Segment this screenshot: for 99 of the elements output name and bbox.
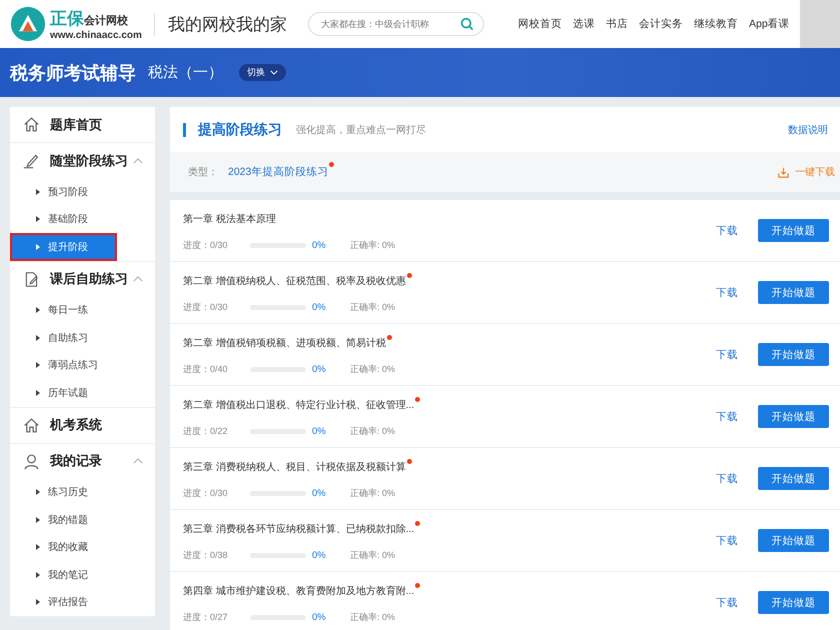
sidebar-item[interactable]: 机考系统	[10, 408, 155, 442]
sidebar-subitem[interactable]: 薄弱点练习	[10, 352, 155, 379]
accuracy-text: 正确率: 0%	[350, 549, 396, 562]
chapter-title: 第二章 增值税出口退税、特定行业计税、征收管理...	[183, 400, 414, 411]
home-icon	[23, 116, 40, 133]
progress-count: 进度：0/30	[183, 487, 229, 500]
progress-percent: 0%	[312, 240, 327, 251]
sidebar-subitem[interactable]: 每日一练	[10, 296, 155, 324]
sidebar-subitem[interactable]: 我的错题	[10, 506, 155, 534]
triangle-icon	[36, 390, 40, 396]
logo-icon	[10, 6, 46, 42]
download-link[interactable]: 下载	[716, 472, 738, 486]
progress-percent: 0%	[312, 364, 327, 375]
sidebar-subitem[interactable]: 自助练习	[10, 324, 155, 352]
triangle-icon	[36, 516, 40, 523]
section-subtitle: 强化提高，重点难点一网打尽	[296, 124, 426, 136]
download-link[interactable]: 下载	[716, 410, 738, 424]
progress-percent: 0%	[312, 612, 327, 623]
chapter-title: 第二章 增值税纳税人、征税范围、税率及税收优惠	[183, 276, 406, 287]
triangle-icon	[36, 362, 40, 368]
triangle-icon	[36, 599, 40, 606]
triangle-icon	[36, 544, 40, 550]
progress-count: 进度：0/22	[183, 425, 229, 438]
chapter-title: 第二章 增值税销项税额、进项税额、简易计税	[183, 338, 386, 349]
sidebar-item[interactable]: 课后自助练习	[10, 262, 155, 296]
note-icon	[23, 270, 40, 288]
sidebar-subitem[interactable]: 预习阶段	[10, 178, 155, 206]
triangle-icon	[36, 334, 40, 341]
triangle-icon	[36, 244, 40, 250]
nav-link[interactable]: 书店	[606, 17, 628, 31]
download-link[interactable]: 下载	[716, 224, 738, 238]
sidebar-subitem[interactable]: 我的收藏	[10, 534, 155, 561]
banner-title: 税务师考试辅导	[10, 62, 136, 84]
accuracy-text: 正确率: 0%	[350, 301, 396, 314]
start-button[interactable]: 开始做题	[758, 219, 829, 242]
person-icon	[23, 452, 40, 470]
progress-count: 进度：0/30	[183, 301, 229, 314]
accuracy-text: 正确率: 0%	[350, 487, 396, 500]
switch-button[interactable]: 切换	[239, 64, 286, 81]
progress-percent: 0%	[312, 550, 327, 561]
sidebar-subitem[interactable]: 我的笔记	[10, 561, 155, 588]
download-link[interactable]: 下载	[716, 534, 738, 548]
download-link[interactable]: 下载	[716, 596, 738, 610]
triangle-icon	[36, 307, 40, 314]
progress-count: 进度：0/38	[183, 549, 229, 562]
triangle-icon	[36, 489, 40, 496]
nav-link[interactable]: 继续教育	[694, 17, 738, 31]
download-link[interactable]: 下载	[716, 286, 738, 300]
start-button[interactable]: 开始做题	[758, 281, 829, 304]
sidebar-item[interactable]: 题库首页	[10, 107, 155, 142]
caret-icon	[270, 70, 278, 75]
start-button[interactable]: 开始做题	[758, 529, 829, 552]
home-icon	[23, 416, 40, 434]
chapter-title: 第四章 城市维护建设税、教育费附加及地方教育附...	[183, 586, 414, 597]
nav-link[interactable]: 会计实务	[639, 17, 683, 31]
download-icon	[778, 166, 789, 178]
sidebar-subitem[interactable]: 练习历史	[10, 478, 155, 506]
nav-link[interactable]: App看课	[749, 17, 790, 31]
chapter-title: 第三章 消费税纳税人、税目、计税依据及税额计算	[183, 462, 406, 473]
section-title: 提高阶段练习	[198, 120, 282, 138]
download-link[interactable]: 下载	[716, 348, 738, 362]
logo-brand: 正保	[50, 8, 84, 30]
progress-percent: 0%	[312, 488, 327, 499]
chapter-title: 第三章 消费税各环节应纳税额计算、已纳税款扣除...	[183, 524, 414, 535]
accuracy-text: 正确率: 0%	[350, 425, 396, 438]
sidebar-subitem[interactable]: 提升阶段	[10, 233, 117, 260]
progress-percent: 0%	[312, 302, 327, 313]
chapter-title: 第一章 税法基本原理	[183, 214, 276, 225]
progress-count: 进度：0/27	[183, 611, 229, 624]
start-button[interactable]: 开始做题	[758, 405, 829, 428]
subject-name: 税法（一）	[148, 63, 223, 82]
progress-count: 进度：0/30	[183, 239, 229, 252]
start-button[interactable]: 开始做题	[758, 591, 829, 614]
data-info-link[interactable]: 数据说明	[788, 122, 828, 136]
type-label: 类型：	[188, 166, 218, 179]
triangle-icon	[36, 572, 40, 578]
sidebar-subitem[interactable]: 评估报告	[10, 588, 155, 616]
pencil-icon	[23, 152, 40, 169]
triangle-icon	[36, 216, 40, 222]
sidebar-item[interactable]: 我的记录	[10, 444, 155, 478]
accuracy-text: 正确率: 0%	[350, 239, 396, 252]
sidebar-item[interactable]: 随堂阶段练习	[10, 143, 155, 178]
triangle-icon	[36, 188, 40, 195]
search-field[interactable]: 大家都在搜：中级会计职称	[308, 12, 484, 36]
progress-percent: 0%	[312, 426, 327, 437]
site-slogan: 我的网校我的家	[154, 12, 294, 36]
search-icon[interactable]	[460, 17, 474, 31]
progress-count: 进度：0/40	[183, 363, 229, 376]
logo-url: www.chinaacc.com	[50, 30, 142, 41]
accuracy-text: 正确率: 0%	[350, 363, 396, 376]
type-option[interactable]: 2023年提高阶段练习	[228, 165, 328, 179]
nav-link[interactable]: 网校首页	[518, 17, 562, 31]
accuracy-text: 正确率: 0%	[350, 611, 396, 624]
sidebar-subitem[interactable]: 历年试题	[10, 379, 155, 406]
nav-link[interactable]: 选课	[573, 17, 595, 31]
sidebar-subitem[interactable]: 基础阶段	[10, 206, 155, 233]
start-button[interactable]: 开始做题	[758, 467, 829, 490]
start-button[interactable]: 开始做题	[758, 343, 829, 366]
logo-name: 会计网校	[84, 14, 128, 28]
